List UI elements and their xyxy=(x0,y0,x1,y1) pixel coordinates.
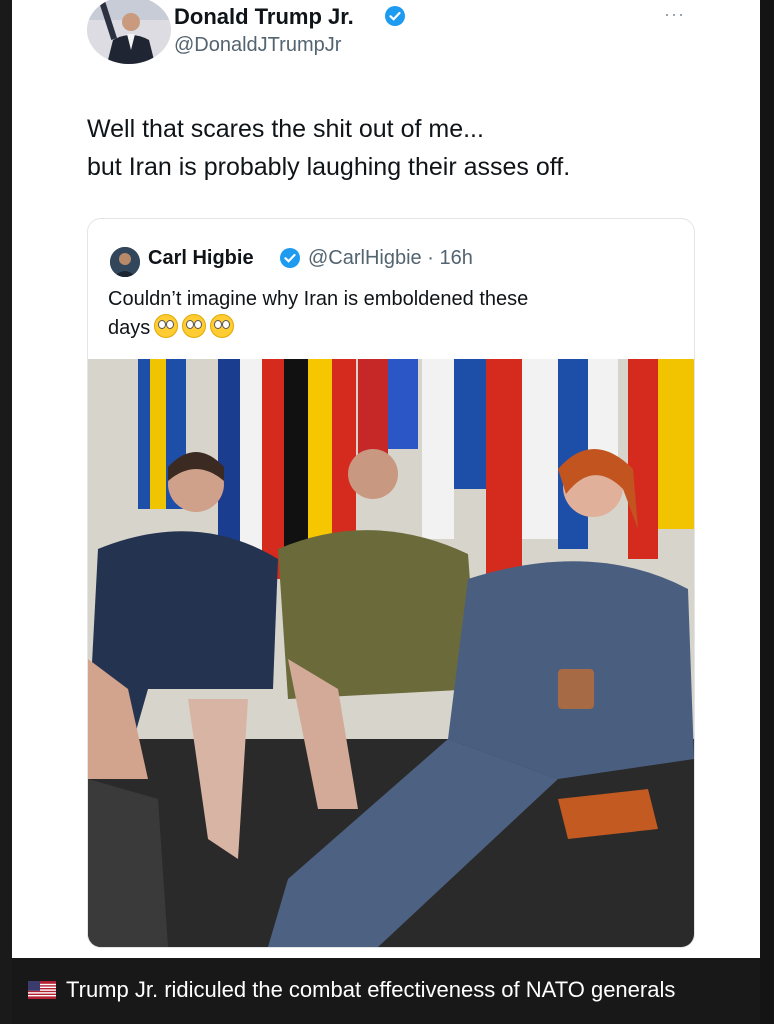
left-background-strip xyxy=(0,0,12,1024)
tweet-text-line-2: but Iran is probably laughing their asse… xyxy=(87,153,571,181)
verified-badge-icon xyxy=(385,6,405,26)
tweet-text: Well that scares the shit out of me... b… xyxy=(87,110,707,186)
caption-text: Trump Jr. ridiculed the combat effective… xyxy=(66,977,676,1002)
quoted-handle-time[interactable]: @CarlHigbie · 16h xyxy=(308,247,473,270)
handle[interactable]: @DonaldJTrumpJr xyxy=(174,34,341,57)
quoted-text-line-2-words: days xyxy=(108,317,151,339)
more-options-icon[interactable]: ··· xyxy=(664,4,685,25)
quoted-display-name[interactable]: Carl Higbie xyxy=(148,247,254,270)
attached-photo[interactable] xyxy=(88,359,694,947)
us-flag-icon xyxy=(28,981,56,999)
right-background-strip xyxy=(760,0,774,1024)
tweet-card: Donald Trump Jr. @DonaldJTrumpJr ··· Wel… xyxy=(12,0,760,958)
rolling-eyes-emoji-icon xyxy=(182,314,207,338)
quoted-text-line-2: days xyxy=(108,314,668,343)
quoted-avatar[interactable] xyxy=(110,247,140,277)
quoted-avatar-image xyxy=(110,247,140,277)
rolling-eyes-emoji-icon xyxy=(210,314,235,338)
rolling-eyes-emoji-icon xyxy=(154,314,179,338)
avatar[interactable] xyxy=(87,0,171,64)
quoted-tweet-text: Couldn’t imagine why Iran is emboldened … xyxy=(108,285,668,343)
display-name[interactable]: Donald Trump Jr. xyxy=(174,4,354,30)
quoted-verified-badge-icon xyxy=(280,248,300,268)
tweet-text-line-1: Well that scares the shit out of me... xyxy=(87,115,484,143)
quoted-tweet[interactable]: Carl Higbie @CarlHigbie · 16h Couldn’t i… xyxy=(87,218,695,948)
quoted-text-line-1: Couldn’t imagine why Iran is emboldened … xyxy=(108,288,529,310)
photo-image xyxy=(88,359,694,947)
avatar-image xyxy=(87,0,171,64)
